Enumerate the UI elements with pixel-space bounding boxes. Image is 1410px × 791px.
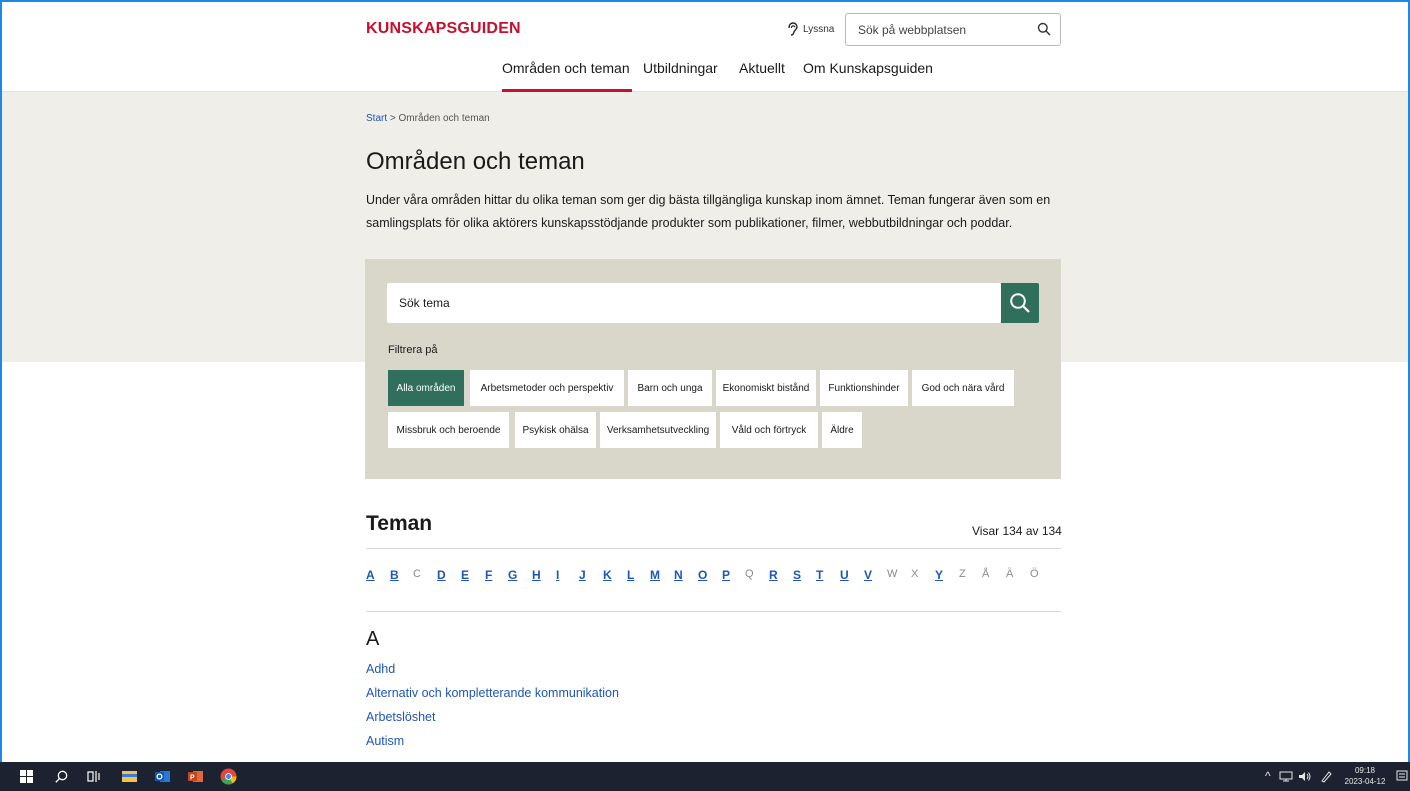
alphabet-letter[interactable]: I [556, 568, 559, 582]
alphabet-letter[interactable]: M [650, 568, 660, 582]
alphabet-letter: Å [982, 568, 990, 580]
pen-icon[interactable] [1320, 770, 1332, 783]
alphabet-letter[interactable]: T [816, 568, 823, 582]
listen-button[interactable]: Lyssna [786, 22, 834, 36]
theme-search-button[interactable] [1001, 283, 1039, 323]
alphabet-letter[interactable]: A [366, 568, 375, 582]
alphabet-letter: C [413, 568, 421, 580]
breadcrumb-start-link[interactable]: Start [366, 113, 387, 124]
search-icon[interactable] [1037, 22, 1051, 36]
alphabet-letter[interactable]: G [508, 568, 517, 582]
clock-time: 09:18 [1354, 766, 1376, 775]
chip-missbruk-och-beroende[interactable]: Missbruk och beroende [388, 412, 509, 448]
alphabet-letter: Ö [1030, 568, 1039, 580]
chip-barn-och-unga[interactable]: Barn och unga [628, 370, 712, 406]
chip-psykisk-ohalsa[interactable]: Psykisk ohälsa [515, 412, 596, 448]
filter-label: Filtrera på [388, 344, 438, 356]
alphabet-letter[interactable]: J [579, 568, 586, 582]
divider [366, 548, 1061, 549]
nav-omraden-och-teman[interactable]: Områden och teman [502, 60, 632, 92]
alphabet-letter[interactable]: B [390, 568, 399, 582]
nav-om-kunskapsguiden[interactable]: Om Kunskapsguiden [803, 60, 933, 92]
site-search-placeholder: Sök på webbplatsen [858, 22, 967, 37]
chip-alla-omraden[interactable]: Alla områden [388, 370, 464, 406]
theme-search-placeholder: Sök tema [399, 296, 450, 310]
alphabet-letter[interactable]: F [485, 568, 492, 582]
breadcrumb-current: Områden och teman [398, 113, 490, 124]
clock-date: 2023-04-12 [1344, 777, 1386, 786]
file-explorer-icon[interactable] [121, 768, 138, 785]
browser-viewport: KUNSKAPSGUIDEN Lyssna Sök på webbplatsen… [2, 2, 1408, 762]
theme-link[interactable]: Autism [366, 734, 619, 758]
task-view-icon[interactable] [87, 770, 101, 783]
breadcrumb: Start > Områden och teman [366, 113, 490, 124]
theme-search-input[interactable]: Sök tema [387, 283, 1001, 323]
alphabet-letter: W [887, 568, 898, 580]
alphabet-letter[interactable]: R [769, 568, 778, 582]
chip-vald-och-fortryck[interactable]: Våld och förtryck [720, 412, 818, 448]
chip-verksamhetsutveckling[interactable]: Verksamhetsutveckling [600, 412, 716, 448]
alphabet-letter[interactable]: L [627, 568, 634, 582]
notifications-icon[interactable] [1396, 770, 1408, 783]
chevron-up-icon[interactable]: ^ [1265, 769, 1271, 783]
themes-count: Visar 134 av 134 [972, 524, 1062, 538]
alphabet-letter[interactable]: E [461, 568, 469, 582]
section-letter: A [366, 628, 380, 650]
main-navigation: Områden och teman Utbildningar Aktuellt … [2, 60, 1408, 92]
breadcrumb-separator: > [389, 113, 396, 124]
ear-icon [788, 22, 798, 36]
alphabet-letter[interactable]: O [698, 568, 707, 582]
theme-link[interactable]: Arbetslöshet [366, 710, 619, 734]
alphabet-letter: Ä [1006, 568, 1014, 580]
alphabet-letter: Z [959, 568, 966, 580]
alphabet-letter[interactable]: S [793, 568, 801, 582]
alphabet-letter[interactable]: U [840, 568, 849, 582]
windows-start-icon[interactable] [20, 770, 33, 783]
outlook-icon[interactable] [154, 768, 171, 785]
volume-icon[interactable] [1298, 771, 1312, 782]
alphabet-index: A B C D E F G H I J K L MN O P Q R S T U V W X Y Z Å Ä Ö [366, 568, 1066, 588]
chip-ekonomiskt-bistand[interactable]: Ekonomiskt bistånd [716, 370, 816, 406]
alphabet-letter[interactable]: P [722, 568, 730, 582]
chip-arbetsmetoder-och-perspektiv[interactable]: Arbetsmetoder och perspektiv [470, 370, 624, 406]
nav-aktuellt[interactable]: Aktuellt [739, 60, 785, 92]
page-title: Områden och teman [366, 148, 585, 175]
search-icon[interactable] [55, 770, 68, 783]
powerpoint-icon[interactable]: P [187, 768, 204, 785]
network-icon[interactable] [1279, 771, 1293, 782]
site-search-input[interactable]: Sök på webbplatsen [845, 13, 1061, 46]
divider [366, 611, 1061, 612]
nav-utbildningar[interactable]: Utbildningar [643, 60, 718, 92]
themes-heading: Teman [366, 512, 433, 535]
theme-list: Adhd Alternativ och kompletterande kommu… [366, 662, 619, 758]
chrome-icon[interactable] [220, 768, 237, 785]
svg-text:P: P [190, 775, 195, 782]
alphabet-letter[interactable]: Y [935, 568, 943, 582]
filter-panel: Sök tema Filtrera på Alla områden Arbets… [365, 259, 1061, 479]
theme-link[interactable]: Adhd [366, 662, 619, 686]
listen-label: Lyssna [803, 23, 835, 35]
site-header: KUNSKAPSGUIDEN Lyssna Sök på webbplatsen… [2, 2, 1408, 92]
alphabet-letter[interactable]: D [437, 568, 446, 582]
alphabet-letter: Q [745, 568, 754, 580]
site-logo[interactable]: KUNSKAPSGUIDEN [366, 20, 521, 38]
alphabet-letter[interactable]: H [532, 568, 541, 582]
alphabet-letter[interactable]: K [603, 568, 612, 582]
system-clock[interactable]: 09:18 2023-04-12 [1340, 765, 1390, 787]
chip-funktionshinder[interactable]: Funktionshinder [820, 370, 908, 406]
alphabet-letter: X [911, 568, 919, 580]
chip-god-och-nara-vard[interactable]: God och nära vård [912, 370, 1014, 406]
search-icon [1010, 293, 1030, 313]
taskbar: P ^ 09:18 2023-04-12 [0, 762, 1410, 791]
alphabet-letter[interactable]: V [864, 568, 872, 582]
page-intro: Under våra områden hittar du olika teman… [366, 193, 1051, 230]
theme-link[interactable]: Alternativ och kompletterande kommunikat… [366, 686, 619, 710]
alphabet-letter[interactable]: N [674, 568, 683, 582]
chip-aldre[interactable]: Äldre [822, 412, 862, 448]
